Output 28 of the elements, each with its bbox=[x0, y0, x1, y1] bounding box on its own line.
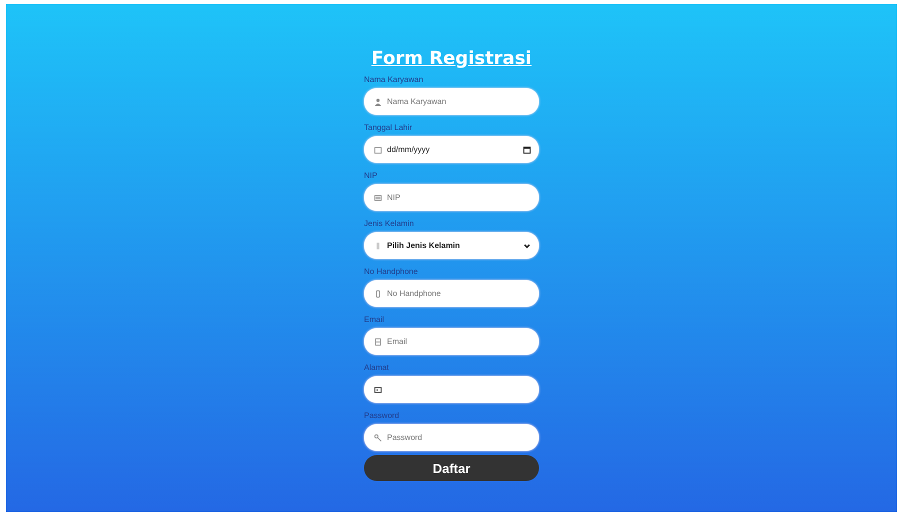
person-icon bbox=[374, 98, 382, 106]
form-title: Form Registrasi bbox=[371, 48, 532, 69]
date-field[interactable]: dd/mm/yyyy bbox=[364, 136, 539, 163]
field-label: No Handphone bbox=[364, 267, 419, 277]
date-value: dd/mm/yyyy bbox=[387, 145, 431, 154]
address-card-icon bbox=[374, 386, 382, 394]
field-label: Email bbox=[364, 315, 386, 325]
input-field[interactable]: Nama Karyawan bbox=[364, 88, 539, 115]
input-field[interactable]: Email bbox=[364, 328, 539, 355]
input-field[interactable]: Password bbox=[364, 424, 539, 451]
field-label: Password bbox=[364, 411, 400, 421]
input-field[interactable]: No Handphone bbox=[364, 280, 539, 307]
phone-icon bbox=[374, 290, 382, 298]
id-card-icon bbox=[374, 194, 382, 202]
gender-select[interactable]: Pilih Jenis Kelamin bbox=[364, 232, 539, 259]
key-icon bbox=[374, 434, 382, 442]
field-label: Nama Karyawan bbox=[364, 75, 424, 85]
chevron-down-icon bbox=[523, 242, 531, 250]
field-label: Alamat bbox=[364, 363, 390, 373]
field-label: NIP bbox=[364, 171, 378, 181]
field-label: Tanggal Lahir bbox=[364, 123, 414, 133]
input-field[interactable]: NIP bbox=[364, 184, 539, 211]
calendar-icon[interactable] bbox=[523, 146, 531, 154]
submit-button[interactable]: Daftar bbox=[364, 455, 539, 481]
input-field[interactable] bbox=[364, 376, 539, 403]
select-value: Pilih Jenis Kelamin bbox=[387, 241, 461, 250]
calendar-icon bbox=[374, 146, 382, 154]
field-label: Jenis Kelamin bbox=[364, 219, 415, 229]
